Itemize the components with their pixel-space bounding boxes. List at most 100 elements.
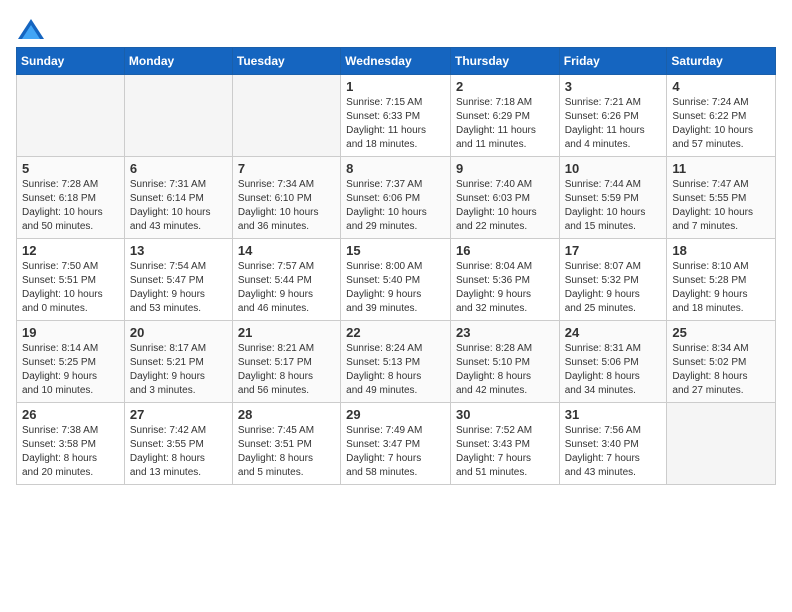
day-info: Sunrise: 8:17 AM Sunset: 5:21 PM Dayligh… <box>130 342 227 398</box>
calendar-cell: 8 Sunrise: 7:37 AM Sunset: 6:06 PM Daylig… <box>341 157 451 239</box>
day-number: 22 <box>346 325 445 340</box>
day-number: 9 <box>456 161 554 176</box>
day-number: 15 <box>346 243 445 258</box>
day-info: Sunrise: 7:28 AM Sunset: 6:18 PM Dayligh… <box>22 178 119 234</box>
day-number: 17 <box>565 243 662 258</box>
calendar-cell: 7 Sunrise: 7:34 AM Sunset: 6:10 PM Daylig… <box>232 157 340 239</box>
day-info: Sunrise: 7:54 AM Sunset: 5:47 PM Dayligh… <box>130 260 227 316</box>
day-number: 31 <box>565 407 662 422</box>
weekday-header-thursday: Thursday <box>450 48 559 75</box>
day-info: Sunrise: 8:21 AM Sunset: 5:17 PM Dayligh… <box>238 342 335 398</box>
calendar-cell: 17 Sunrise: 8:07 AM Sunset: 5:32 PM Dayli… <box>559 239 667 321</box>
day-number: 20 <box>130 325 227 340</box>
weekday-header-row: SundayMondayTuesdayWednesdayThursdayFrid… <box>17 48 776 75</box>
day-number: 1 <box>346 79 445 94</box>
day-info: Sunrise: 7:34 AM Sunset: 6:10 PM Dayligh… <box>238 178 335 234</box>
day-number: 12 <box>22 243 119 258</box>
calendar-cell: 5 Sunrise: 7:28 AM Sunset: 6:18 PM Daylig… <box>17 157 125 239</box>
day-number: 19 <box>22 325 119 340</box>
weekday-header-monday: Monday <box>124 48 232 75</box>
day-info: Sunrise: 7:42 AM Sunset: 3:55 PM Dayligh… <box>130 424 227 480</box>
day-info: Sunrise: 8:24 AM Sunset: 5:13 PM Dayligh… <box>346 342 445 398</box>
calendar-cell: 3 Sunrise: 7:21 AM Sunset: 6:26 PM Daylig… <box>559 75 667 157</box>
calendar-week-3: 12 Sunrise: 7:50 AM Sunset: 5:51 PM Dayli… <box>17 239 776 321</box>
day-number: 24 <box>565 325 662 340</box>
calendar-cell: 26 Sunrise: 7:38 AM Sunset: 3:58 PM Dayli… <box>17 403 125 485</box>
calendar-cell: 25 Sunrise: 8:34 AM Sunset: 5:02 PM Dayli… <box>667 321 776 403</box>
calendar-cell: 2Sunrise: 7:18 AM Sunset: 6:29 PM Daylig… <box>450 75 559 157</box>
day-info: Sunrise: 8:31 AM Sunset: 5:06 PM Dayligh… <box>565 342 662 398</box>
day-number: 7 <box>238 161 335 176</box>
day-info: Sunrise: 7:21 AM Sunset: 6:26 PM Dayligh… <box>565 96 662 152</box>
day-number: 8 <box>346 161 445 176</box>
day-number: 6 <box>130 161 227 176</box>
calendar-cell: 31 Sunrise: 7:56 AM Sunset: 3:40 PM Dayli… <box>559 403 667 485</box>
day-info: Sunrise: 7:50 AM Sunset: 5:51 PM Dayligh… <box>22 260 119 316</box>
calendar-cell: 4 Sunrise: 7:24 AM Sunset: 6:22 PM Daylig… <box>667 75 776 157</box>
day-info: Sunrise: 7:47 AM Sunset: 5:55 PM Dayligh… <box>672 178 770 234</box>
day-info: Sunrise: 8:14 AM Sunset: 5:25 PM Dayligh… <box>22 342 119 398</box>
calendar-cell: 6Sunrise: 7:31 AM Sunset: 6:14 PM Daylig… <box>124 157 232 239</box>
weekday-header-sunday: Sunday <box>17 48 125 75</box>
logo-icon <box>16 17 40 37</box>
day-info: Sunrise: 7:44 AM Sunset: 5:59 PM Dayligh… <box>565 178 662 234</box>
day-number: 29 <box>346 407 445 422</box>
day-number: 28 <box>238 407 335 422</box>
calendar-cell: 16 Sunrise: 8:04 AM Sunset: 5:36 PM Dayli… <box>450 239 559 321</box>
day-info: Sunrise: 8:10 AM Sunset: 5:28 PM Dayligh… <box>672 260 770 316</box>
page-header <box>16 16 776 37</box>
day-number: 13 <box>130 243 227 258</box>
day-number: 30 <box>456 407 554 422</box>
day-number: 26 <box>22 407 119 422</box>
calendar-cell: 13 Sunrise: 7:54 AM Sunset: 5:47 PM Dayli… <box>124 239 232 321</box>
day-number: 4 <box>672 79 770 94</box>
day-number: 27 <box>130 407 227 422</box>
weekday-header-saturday: Saturday <box>667 48 776 75</box>
calendar-cell: 1 Sunrise: 7:15 AM Sunset: 6:33 PM Daylig… <box>341 75 451 157</box>
calendar-cell: 18 Sunrise: 8:10 AM Sunset: 5:28 PM Dayli… <box>667 239 776 321</box>
day-number: 25 <box>672 325 770 340</box>
day-number: 11 <box>672 161 770 176</box>
calendar-cell: 10 Sunrise: 7:44 AM Sunset: 5:59 PM Dayli… <box>559 157 667 239</box>
day-number: 10 <box>565 161 662 176</box>
day-info: Sunrise: 8:04 AM Sunset: 5:36 PM Dayligh… <box>456 260 554 316</box>
calendar-week-5: 26 Sunrise: 7:38 AM Sunset: 3:58 PM Dayli… <box>17 403 776 485</box>
calendar-cell: 29 Sunrise: 7:49 AM Sunset: 3:47 PM Dayli… <box>341 403 451 485</box>
weekday-header-friday: Friday <box>559 48 667 75</box>
day-info: Sunrise: 7:15 AM Sunset: 6:33 PM Dayligh… <box>346 96 445 152</box>
weekday-header-wednesday: Wednesday <box>341 48 451 75</box>
day-info: Sunrise: 7:40 AM Sunset: 6:03 PM Dayligh… <box>456 178 554 234</box>
day-number: 5 <box>22 161 119 176</box>
weekday-header-tuesday: Tuesday <box>232 48 340 75</box>
calendar-cell: 24 Sunrise: 8:31 AM Sunset: 5:06 PM Dayli… <box>559 321 667 403</box>
day-number: 18 <box>672 243 770 258</box>
day-info: Sunrise: 7:37 AM Sunset: 6:06 PM Dayligh… <box>346 178 445 234</box>
day-info: Sunrise: 7:49 AM Sunset: 3:47 PM Dayligh… <box>346 424 445 480</box>
day-info: Sunrise: 7:45 AM Sunset: 3:51 PM Dayligh… <box>238 424 335 480</box>
day-info: Sunrise: 8:28 AM Sunset: 5:10 PM Dayligh… <box>456 342 554 398</box>
day-info: Sunrise: 8:34 AM Sunset: 5:02 PM Dayligh… <box>672 342 770 398</box>
calendar-cell: 20 Sunrise: 8:17 AM Sunset: 5:21 PM Dayli… <box>124 321 232 403</box>
day-info: Sunrise: 8:07 AM Sunset: 5:32 PM Dayligh… <box>565 260 662 316</box>
calendar-table: SundayMondayTuesdayWednesdayThursdayFrid… <box>16 47 776 485</box>
calendar-cell: 12 Sunrise: 7:50 AM Sunset: 5:51 PM Dayli… <box>17 239 125 321</box>
logo <box>16 16 44 37</box>
calendar-cell: 23 Sunrise: 8:28 AM Sunset: 5:10 PM Dayli… <box>450 321 559 403</box>
day-number: 16 <box>456 243 554 258</box>
day-info: Sunrise: 7:56 AM Sunset: 3:40 PM Dayligh… <box>565 424 662 480</box>
calendar-cell: 30 Sunrise: 7:52 AM Sunset: 3:43 PM Dayli… <box>450 403 559 485</box>
day-number: 23 <box>456 325 554 340</box>
day-info: Sunrise: 8:00 AM Sunset: 5:40 PM Dayligh… <box>346 260 445 316</box>
calendar-cell: 22 Sunrise: 8:24 AM Sunset: 5:13 PM Dayli… <box>341 321 451 403</box>
day-info: Sunrise: 7:38 AM Sunset: 3:58 PM Dayligh… <box>22 424 119 480</box>
calendar-cell <box>667 403 776 485</box>
day-info: Sunrise: 7:52 AM Sunset: 3:43 PM Dayligh… <box>456 424 554 480</box>
calendar-cell: 27 Sunrise: 7:42 AM Sunset: 3:55 PM Dayli… <box>124 403 232 485</box>
day-number: 3 <box>565 79 662 94</box>
day-info: Sunrise: 7:24 AM Sunset: 6:22 PM Dayligh… <box>672 96 770 152</box>
calendar-cell: 9 Sunrise: 7:40 AM Sunset: 6:03 PM Daylig… <box>450 157 559 239</box>
day-number: 14 <box>238 243 335 258</box>
calendar-week-2: 5 Sunrise: 7:28 AM Sunset: 6:18 PM Daylig… <box>17 157 776 239</box>
day-number: 2 <box>456 79 554 94</box>
calendar-cell <box>124 75 232 157</box>
